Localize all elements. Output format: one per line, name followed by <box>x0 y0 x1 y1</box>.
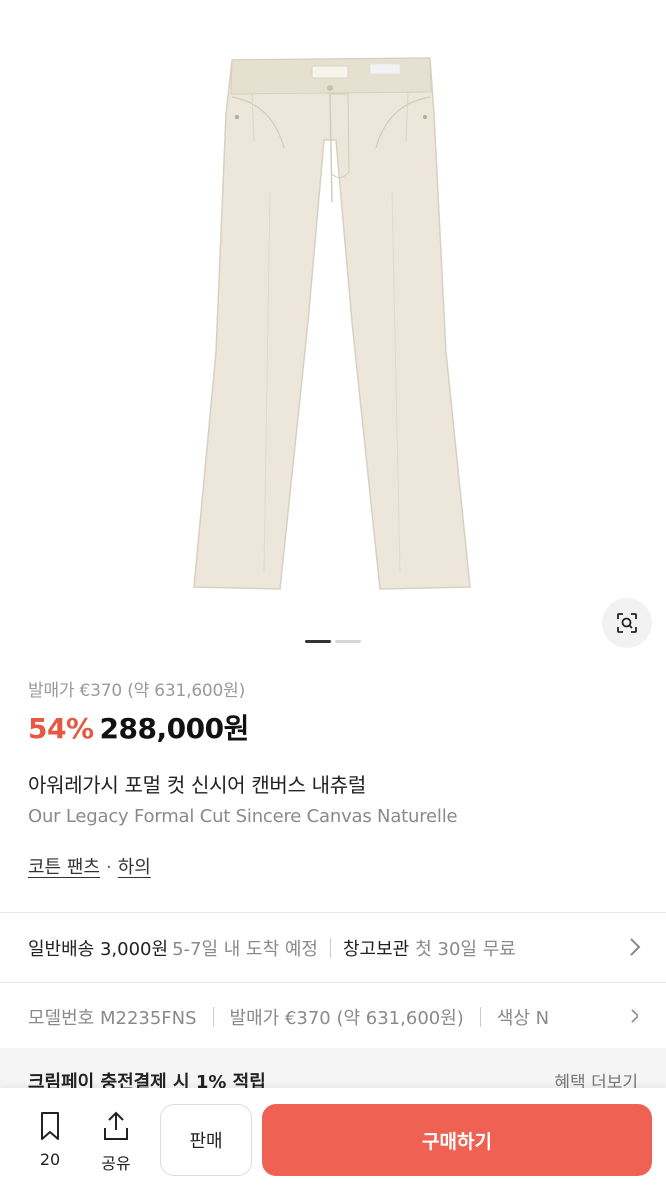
storage-label: 창고보관 <box>343 939 410 960</box>
carousel-dot-active <box>305 640 331 643</box>
specs-row[interactable]: 모델번호 M2235FNS 발매가 €370 (약 631,600원) 색상 N <box>28 995 638 1039</box>
spec-divider <box>479 1007 481 1027</box>
carousel-dot <box>335 640 361 643</box>
storage-info: 첫 30일 무료 <box>415 939 516 960</box>
model-number: 모델번호 M2235FNS <box>28 1008 197 1029</box>
share-icon <box>104 1111 128 1140</box>
delivery-label: 일반배송 3,000원 <box>28 939 169 960</box>
delivery-divider <box>330 938 331 958</box>
category-separator: · <box>105 857 112 878</box>
chevron-right-icon <box>624 1005 638 1027</box>
category-link-primary[interactable]: 코튼 팬츠 <box>28 857 100 878</box>
bookmark-count: 20 <box>39 1150 61 1169</box>
release-price: 발매가 €370 (약 631,600원) <box>28 681 246 701</box>
sell-button[interactable]: 판매 <box>160 1104 252 1176</box>
delivery-row[interactable]: 일반배송 3,000원 5-7일 내 도착 예정 창고보관 첫 30일 무료 <box>28 926 646 970</box>
category-breadcrumb: 코튼 팬츠 · 하의 <box>28 853 638 879</box>
delivery-eta: 5-7일 내 도착 예정 <box>172 939 318 960</box>
price-row: 54% 288,000원 <box>28 707 638 747</box>
product-image <box>193 57 471 590</box>
spec-release-price: 발매가 €370 (약 631,600원) <box>229 1008 464 1029</box>
lens-search-icon <box>617 613 637 633</box>
buy-button[interactable]: 구매하기 <box>262 1104 652 1176</box>
spec-divider <box>212 1007 214 1027</box>
section-divider <box>0 912 666 913</box>
current-price: 288,000원 <box>99 712 250 745</box>
bookmark-icon <box>41 1112 59 1140</box>
discount-rate: 54% <box>28 712 94 745</box>
spec-color: 색상 N <box>496 1008 550 1029</box>
product-name-ko: 아워레가시 포멀 컷 신시어 캔버스 내츄럴 <box>28 773 366 797</box>
category-link-secondary[interactable]: 하의 <box>118 857 151 878</box>
share-button[interactable]: 공유 <box>90 1110 142 1174</box>
lens-search-button[interactable] <box>602 598 652 648</box>
carousel-indicator <box>305 640 365 644</box>
price-section: 발매가 €370 (약 631,600원) 54% 288,000원 아워레가시… <box>28 676 638 879</box>
bottom-action-bar: 20 공유 판매 구매하기 <box>0 1088 666 1200</box>
chevron-right-icon <box>630 938 641 956</box>
share-label: 공유 <box>101 1154 131 1173</box>
product-name-en: Our Legacy Formal Cut Sincere Canvas Nat… <box>28 806 458 827</box>
section-divider <box>0 982 666 983</box>
product-gallery[interactable] <box>0 0 666 660</box>
bookmark-button[interactable]: 20 <box>24 1110 76 1169</box>
